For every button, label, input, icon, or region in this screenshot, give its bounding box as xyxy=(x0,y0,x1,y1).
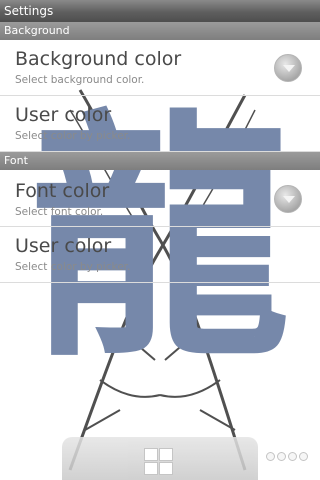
setting-title: Font color xyxy=(15,180,110,202)
page-dot xyxy=(266,452,275,461)
section-header-label: Font xyxy=(4,154,28,167)
setting-subtitle: Select font color. xyxy=(15,206,104,218)
launcher-dock xyxy=(62,437,258,480)
setting-title: User color xyxy=(15,235,112,257)
chevron-down-icon[interactable] xyxy=(274,185,302,213)
setting-title: User color xyxy=(15,104,112,126)
section-header-font: Font xyxy=(0,152,320,170)
section-header-background: Background xyxy=(0,22,320,40)
page-dot xyxy=(288,452,297,461)
window-title: Settings xyxy=(4,4,54,18)
page-dots-icon xyxy=(266,452,308,461)
setting-subtitle: Select color by picker. xyxy=(15,130,131,142)
setting-user-color-font[interactable]: User color Select color by picker. xyxy=(0,227,320,283)
page-dot xyxy=(299,452,308,461)
chevron-down-icon[interactable] xyxy=(274,54,302,82)
page-dot xyxy=(277,452,286,461)
setting-user-color-background[interactable]: User color Select color by picker. xyxy=(0,96,320,152)
setting-title: Background color xyxy=(15,48,182,70)
setting-background-color[interactable]: Background color Select background color… xyxy=(0,40,320,96)
setting-subtitle: Select color by picker. xyxy=(15,261,131,273)
section-header-label: Background xyxy=(4,24,70,37)
setting-font-color[interactable]: Font color Select font color. xyxy=(0,170,320,227)
window-title-bar: Settings xyxy=(0,0,320,22)
grid-icon[interactable] xyxy=(144,448,174,476)
setting-subtitle: Select background color. xyxy=(15,74,145,86)
